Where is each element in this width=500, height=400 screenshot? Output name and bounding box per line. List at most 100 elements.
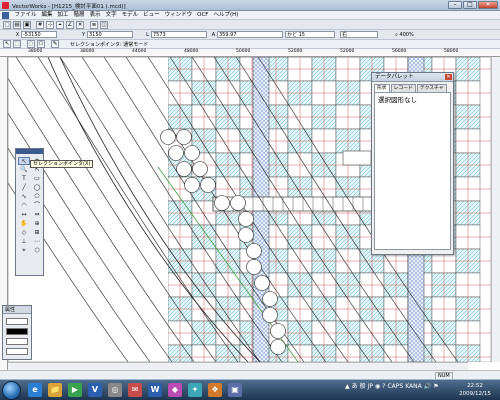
maximize-button[interactable]: □ bbox=[463, 1, 477, 9]
angle-input[interactable]: 359.97 bbox=[217, 31, 283, 38]
pointer-mode-icon[interactable]: ↖ bbox=[3, 40, 11, 48]
x-coordinate-input[interactable]: -53150 bbox=[21, 31, 57, 38]
tray-icon[interactable]: KANA bbox=[405, 383, 422, 391]
menu-item[interactable]: 階層 bbox=[71, 12, 87, 19]
fill-swatch[interactable] bbox=[6, 318, 28, 325]
tray-icon[interactable]: ▲ bbox=[345, 383, 350, 391]
menu-item[interactable]: OCF bbox=[195, 12, 211, 19]
menu-item[interactable]: ビュー bbox=[141, 12, 163, 19]
tab-texture[interactable]: テクスチャ bbox=[416, 84, 447, 92]
data-palette-close-button[interactable]: ✕ bbox=[445, 74, 452, 80]
menu-item[interactable]: ファイル bbox=[12, 12, 39, 19]
taskbar-app-icon[interactable]: ▶ bbox=[68, 383, 82, 397]
line-weight-select[interactable] bbox=[6, 338, 28, 345]
tool-palette-titlebar[interactable] bbox=[16, 149, 43, 154]
tool-button[interactable]: ⇔ bbox=[31, 211, 43, 219]
vertical-scrollbar[interactable] bbox=[491, 57, 500, 362]
minimize-button[interactable]: – bbox=[448, 1, 462, 9]
snap-select[interactable]: かど 15 bbox=[285, 31, 335, 38]
tool-button[interactable]: T bbox=[18, 175, 30, 183]
tray-icon[interactable]: 般 bbox=[360, 383, 366, 391]
taskbar-app-icon[interactable]: ▣ bbox=[228, 383, 242, 397]
polygon-mode-icon[interactable]: ⬠ bbox=[37, 40, 45, 48]
menu-item[interactable]: 表示 bbox=[87, 12, 103, 19]
taskbar-app-icon[interactable]: e bbox=[28, 383, 42, 397]
menu-item[interactable]: モデル bbox=[119, 12, 141, 19]
menu-item[interactable]: 加工 bbox=[55, 12, 71, 19]
tool-button[interactable]: ⬡ bbox=[31, 247, 43, 255]
taskbar-app-icon[interactable]: ◆ bbox=[168, 383, 182, 397]
tool-button[interactable]: ◯ bbox=[31, 184, 43, 192]
data-palette-tabs: 形状 レコード テクスチャ bbox=[372, 82, 453, 92]
tool-button[interactable]: ↔ bbox=[18, 211, 30, 219]
tool-button[interactable]: 🔍 bbox=[18, 166, 30, 174]
ruler-label: 44000 bbox=[132, 49, 147, 54]
tool-button[interactable]: ⬠ bbox=[31, 193, 43, 201]
circle-object bbox=[168, 145, 184, 161]
tray-icon[interactable]: CAPS bbox=[387, 383, 403, 391]
length-input[interactable]: 7573 bbox=[151, 31, 207, 38]
tool-button[interactable]: ↖ bbox=[18, 157, 30, 165]
taskbar-app-icon[interactable]: ✉ bbox=[128, 383, 142, 397]
tool-button[interactable]: ⌖ bbox=[18, 247, 30, 255]
tool-button[interactable]: ∿ bbox=[18, 193, 30, 201]
tray-icon[interactable]: ◉ bbox=[375, 383, 380, 391]
snap-grid-icon[interactable]: # bbox=[36, 21, 44, 29]
tray-icon[interactable]: ? bbox=[382, 383, 385, 391]
menu-item[interactable]: 編集 bbox=[39, 12, 55, 19]
y-coordinate: Y 3150 bbox=[80, 31, 133, 39]
zoom-icon[interactable]: ⌕ bbox=[395, 32, 398, 38]
tray-icon[interactable]: ⚑ bbox=[433, 383, 438, 391]
circle-object bbox=[262, 307, 278, 323]
tab-shape[interactable]: 形状 bbox=[374, 84, 390, 92]
tool-button[interactable]: ◠ bbox=[18, 202, 30, 210]
line-style-select[interactable] bbox=[6, 348, 28, 355]
tool-button[interactable]: ⌒ bbox=[31, 202, 43, 210]
pen-swatch[interactable] bbox=[6, 328, 28, 335]
clock[interactable]: 22:52 2009/12/15 bbox=[455, 382, 495, 398]
tool-button[interactable]: ▭ bbox=[31, 175, 43, 183]
menu-items: ファイル 編集 加工 階層 表示 文字 モデル ビュー ウィンドウ OCF ヘルプ(H) bbox=[12, 12, 241, 19]
taskbar-app-icon[interactable]: ✦ bbox=[188, 383, 202, 397]
tray-icon[interactable]: あ bbox=[352, 383, 358, 391]
y-coordinate-input[interactable]: 3150 bbox=[87, 31, 133, 38]
snap-angle-icon[interactable]: ∠ bbox=[66, 21, 74, 29]
snap-point-icon[interactable]: ⊹ bbox=[46, 21, 54, 29]
taskbar-app-icon[interactable]: 📁 bbox=[48, 383, 62, 397]
class-icon[interactable]: ◫ bbox=[100, 21, 108, 29]
new-file-icon[interactable]: ▢ bbox=[3, 21, 11, 29]
tool-button[interactable]: ⊕ bbox=[31, 220, 43, 228]
menu-item[interactable]: ウィンドウ bbox=[162, 12, 195, 19]
tool-button[interactable]: ╱ bbox=[18, 184, 30, 192]
tool-button[interactable]: ⊞ bbox=[31, 229, 43, 237]
tab-record[interactable]: レコード bbox=[390, 84, 416, 92]
menu-item[interactable]: 文字 bbox=[103, 12, 119, 19]
taskbar-app-icon[interactable]: W bbox=[148, 383, 162, 397]
data-palette-titlebar[interactable]: データパレット ✕ bbox=[372, 73, 453, 82]
snap-object-icon[interactable]: ⌖ bbox=[56, 21, 64, 29]
tool-button[interactable]: ⊥ bbox=[18, 238, 30, 246]
horizontal-scrollbar[interactable] bbox=[8, 362, 468, 370]
tool-button[interactable]: ◇ bbox=[18, 229, 30, 237]
document-icon bbox=[2, 12, 9, 19]
direction-select[interactable]: 右 bbox=[340, 31, 378, 38]
taskbar-app-icon[interactable]: ◎ bbox=[108, 383, 122, 397]
open-file-icon[interactable]: ▤ bbox=[13, 21, 21, 29]
tray-icon[interactable]: 🔊 bbox=[424, 383, 431, 391]
taskbar-app-icon[interactable]: ❖ bbox=[208, 383, 222, 397]
taskbar-app-icon[interactable]: V bbox=[88, 383, 102, 397]
start-button[interactable] bbox=[2, 381, 21, 400]
layer-icon[interactable]: ≡ bbox=[90, 21, 98, 29]
tool-button[interactable]: ✋ bbox=[18, 220, 30, 228]
menu-item[interactable]: ヘルプ(H) bbox=[211, 12, 241, 19]
box-mode-icon[interactable]: ⬚ bbox=[13, 40, 21, 48]
snap-field: かど 15 bbox=[285, 31, 335, 39]
save-icon[interactable]: ▣ bbox=[23, 21, 31, 29]
lasso-mode-icon[interactable]: ◌ bbox=[27, 40, 35, 48]
snap-intersection-icon[interactable]: ✕ bbox=[76, 21, 84, 29]
mode-option-icon[interactable]: ✎ bbox=[51, 40, 59, 48]
tool-button[interactable]: ⋯ bbox=[31, 238, 43, 246]
zoom-level[interactable]: 400% bbox=[399, 32, 413, 38]
close-window-button[interactable]: ✕ bbox=[478, 1, 498, 9]
tray-icon[interactable]: JP bbox=[368, 383, 373, 391]
